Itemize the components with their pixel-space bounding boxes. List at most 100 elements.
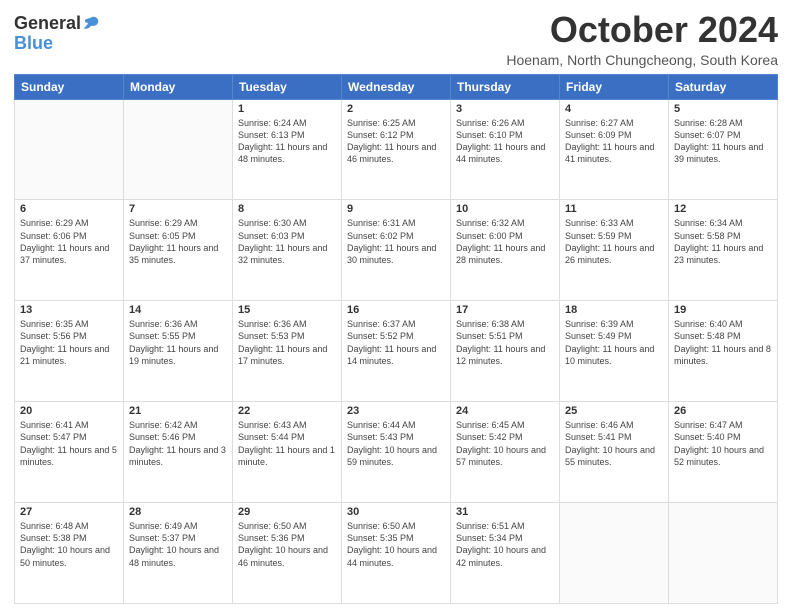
day-number: 4: [565, 103, 663, 115]
week-row-4: 20 Sunrise: 6:41 AM Sunset: 5:47 PM Dayli…: [15, 402, 778, 503]
day-number: 7: [129, 203, 227, 215]
day-info: Sunrise: 6:38 AM Sunset: 5:51 PM Dayligh…: [456, 318, 554, 367]
day-info: Sunrise: 6:28 AM Sunset: 6:07 PM Dayligh…: [674, 117, 772, 166]
col-header-thursday: Thursday: [451, 74, 560, 99]
calendar-cell-w2-d5: 11 Sunrise: 6:33 AM Sunset: 5:59 PM Dayli…: [560, 200, 669, 301]
calendar-cell-w2-d4: 10Sunrise: 6:32 AM Sunset: 6:00 PM Dayli…: [451, 200, 560, 301]
location-title: Hoenam, North Chungcheong, South Korea: [506, 52, 778, 68]
day-info: Sunrise: 6:33 AM Sunset: 5:59 PM Dayligh…: [565, 217, 663, 266]
day-number: 29: [238, 506, 336, 518]
day-info: Sunrise: 6:51 AM Sunset: 5:34 PM Dayligh…: [456, 520, 554, 569]
day-info: Sunrise: 6:24 AM Sunset: 6:13 PM Dayligh…: [238, 117, 336, 166]
day-number: 8: [238, 203, 336, 215]
calendar-cell-w1-d5: 4 Sunrise: 6:27 AM Sunset: 6:09 PM Daylig…: [560, 99, 669, 200]
week-row-2: 6 Sunrise: 6:29 AM Sunset: 6:06 PM Daylig…: [15, 200, 778, 301]
day-info: Sunrise: 6:30 AM Sunset: 6:03 PM Dayligh…: [238, 217, 336, 266]
calendar-cell-w3-d5: 18 Sunrise: 6:39 AM Sunset: 5:49 PM Dayli…: [560, 301, 669, 402]
day-info: Sunrise: 6:42 AM Sunset: 5:46 PM Dayligh…: [129, 419, 227, 468]
calendar-cell-w1-d4: 3 Sunrise: 6:26 AM Sunset: 6:10 PM Daylig…: [451, 99, 560, 200]
day-number: 6: [20, 203, 118, 215]
calendar-cell-w2-d0: 6 Sunrise: 6:29 AM Sunset: 6:06 PM Daylig…: [15, 200, 124, 301]
calendar-cell-w5-d1: 28 Sunrise: 6:49 AM Sunset: 5:37 PM Dayli…: [124, 503, 233, 604]
day-number: 20: [20, 405, 118, 417]
calendar-cell-w3-d2: 15Sunrise: 6:36 AM Sunset: 5:53 PM Dayli…: [233, 301, 342, 402]
calendar-cell-w2-d2: 8 Sunrise: 6:30 AM Sunset: 6:03 PM Daylig…: [233, 200, 342, 301]
calendar-cell-w5-d0: 27 Sunrise: 6:48 AM Sunset: 5:38 PM Dayli…: [15, 503, 124, 604]
day-number: 13: [20, 304, 118, 316]
day-info: Sunrise: 6:39 AM Sunset: 5:49 PM Dayligh…: [565, 318, 663, 367]
day-number: 31: [456, 506, 554, 518]
day-number: 25: [565, 405, 663, 417]
day-number: 30: [347, 506, 445, 518]
calendar-cell-w2-d6: 12 Sunrise: 6:34 AM Sunset: 5:58 PM Dayli…: [669, 200, 778, 301]
col-header-tuesday: Tuesday: [233, 74, 342, 99]
calendar-cell-w4-d3: 23Sunrise: 6:44 AM Sunset: 5:43 PM Dayli…: [342, 402, 451, 503]
col-header-monday: Monday: [124, 74, 233, 99]
day-info: Sunrise: 6:50 AM Sunset: 5:36 PM Dayligh…: [238, 520, 336, 569]
title-block: October 2024 Hoenam, North Chungcheong, …: [506, 10, 778, 68]
day-info: Sunrise: 6:35 AM Sunset: 5:56 PM Dayligh…: [20, 318, 118, 367]
day-number: 24: [456, 405, 554, 417]
day-number: 11: [565, 203, 663, 215]
day-info: Sunrise: 6:37 AM Sunset: 5:52 PM Dayligh…: [347, 318, 445, 367]
calendar-cell-w2-d3: 9 Sunrise: 6:31 AM Sunset: 6:02 PM Daylig…: [342, 200, 451, 301]
day-number: 22: [238, 405, 336, 417]
day-info: Sunrise: 6:29 AM Sunset: 6:05 PM Dayligh…: [129, 217, 227, 266]
day-info: Sunrise: 6:40 AM Sunset: 5:48 PM Dayligh…: [674, 318, 772, 367]
col-header-saturday: Saturday: [669, 74, 778, 99]
calendar-cell-w3-d6: 19 Sunrise: 6:40 AM Sunset: 5:48 PM Dayli…: [669, 301, 778, 402]
day-info: Sunrise: 6:27 AM Sunset: 6:09 PM Dayligh…: [565, 117, 663, 166]
day-number: 21: [129, 405, 227, 417]
day-info: Sunrise: 6:34 AM Sunset: 5:58 PM Dayligh…: [674, 217, 772, 266]
logo-text-general: General: [14, 14, 81, 34]
day-number: 3: [456, 103, 554, 115]
calendar-cell-w4-d6: 26 Sunrise: 6:47 AM Sunset: 5:40 PM Dayli…: [669, 402, 778, 503]
col-header-sunday: Sunday: [15, 74, 124, 99]
day-number: 28: [129, 506, 227, 518]
day-number: 19: [674, 304, 772, 316]
day-info: Sunrise: 6:26 AM Sunset: 6:10 PM Dayligh…: [456, 117, 554, 166]
day-number: 27: [20, 506, 118, 518]
day-info: Sunrise: 6:48 AM Sunset: 5:38 PM Dayligh…: [20, 520, 118, 569]
day-info: Sunrise: 6:25 AM Sunset: 6:12 PM Dayligh…: [347, 117, 445, 166]
day-number: 18: [565, 304, 663, 316]
calendar-cell-w5-d4: 31 Sunrise: 6:51 AM Sunset: 5:34 PM Dayli…: [451, 503, 560, 604]
calendar-table: Sunday Monday Tuesday Wednesday Thursday…: [14, 74, 778, 604]
calendar-header-row: Sunday Monday Tuesday Wednesday Thursday…: [15, 74, 778, 99]
logo-bird-icon: [82, 14, 100, 32]
day-info: Sunrise: 6:46 AM Sunset: 5:41 PM Dayligh…: [565, 419, 663, 468]
calendar-cell-w3-d3: 16 Sunrise: 6:37 AM Sunset: 5:52 PM Dayli…: [342, 301, 451, 402]
day-info: Sunrise: 6:50 AM Sunset: 5:35 PM Dayligh…: [347, 520, 445, 569]
calendar-cell-w1-d3: 2 Sunrise: 6:25 AM Sunset: 6:12 PM Daylig…: [342, 99, 451, 200]
day-number: 9: [347, 203, 445, 215]
day-info: Sunrise: 6:44 AM Sunset: 5:43 PM Dayligh…: [347, 419, 445, 468]
day-info: Sunrise: 6:36 AM Sunset: 5:55 PM Dayligh…: [129, 318, 227, 367]
day-info: Sunrise: 6:32 AM Sunset: 6:00 PM Dayligh…: [456, 217, 554, 266]
day-number: 1: [238, 103, 336, 115]
day-info: Sunrise: 6:49 AM Sunset: 5:37 PM Dayligh…: [129, 520, 227, 569]
header: General Blue October 2024 Hoenam, North …: [14, 10, 778, 68]
calendar-cell-w5-d6: [669, 503, 778, 604]
day-info: Sunrise: 6:31 AM Sunset: 6:02 PM Dayligh…: [347, 217, 445, 266]
logo-text-blue: Blue: [14, 33, 53, 53]
day-number: 12: [674, 203, 772, 215]
day-info: Sunrise: 6:29 AM Sunset: 6:06 PM Dayligh…: [20, 217, 118, 266]
col-header-friday: Friday: [560, 74, 669, 99]
calendar-cell-w4-d2: 22Sunrise: 6:43 AM Sunset: 5:44 PM Dayli…: [233, 402, 342, 503]
day-number: 16: [347, 304, 445, 316]
day-info: Sunrise: 6:47 AM Sunset: 5:40 PM Dayligh…: [674, 419, 772, 468]
day-number: 26: [674, 405, 772, 417]
calendar-cell-w5-d2: 29 Sunrise: 6:50 AM Sunset: 5:36 PM Dayli…: [233, 503, 342, 604]
day-number: 5: [674, 103, 772, 115]
calendar-cell-w1-d2: 1 Sunrise: 6:24 AM Sunset: 6:13 PM Daylig…: [233, 99, 342, 200]
logo: General Blue: [14, 14, 100, 54]
page: General Blue October 2024 Hoenam, North …: [0, 0, 792, 612]
calendar-cell-w3-d4: 17Sunrise: 6:38 AM Sunset: 5:51 PM Dayli…: [451, 301, 560, 402]
calendar-cell-w5-d5: [560, 503, 669, 604]
calendar-cell-w4-d1: 21 Sunrise: 6:42 AM Sunset: 5:46 PM Dayli…: [124, 402, 233, 503]
calendar-cell-w5-d3: 30 Sunrise: 6:50 AM Sunset: 5:35 PM Dayli…: [342, 503, 451, 604]
day-number: 2: [347, 103, 445, 115]
calendar-cell-w3-d0: 13 Sunrise: 6:35 AM Sunset: 5:56 PM Dayli…: [15, 301, 124, 402]
week-row-3: 13 Sunrise: 6:35 AM Sunset: 5:56 PM Dayli…: [15, 301, 778, 402]
day-info: Sunrise: 6:41 AM Sunset: 5:47 PM Dayligh…: [20, 419, 118, 468]
